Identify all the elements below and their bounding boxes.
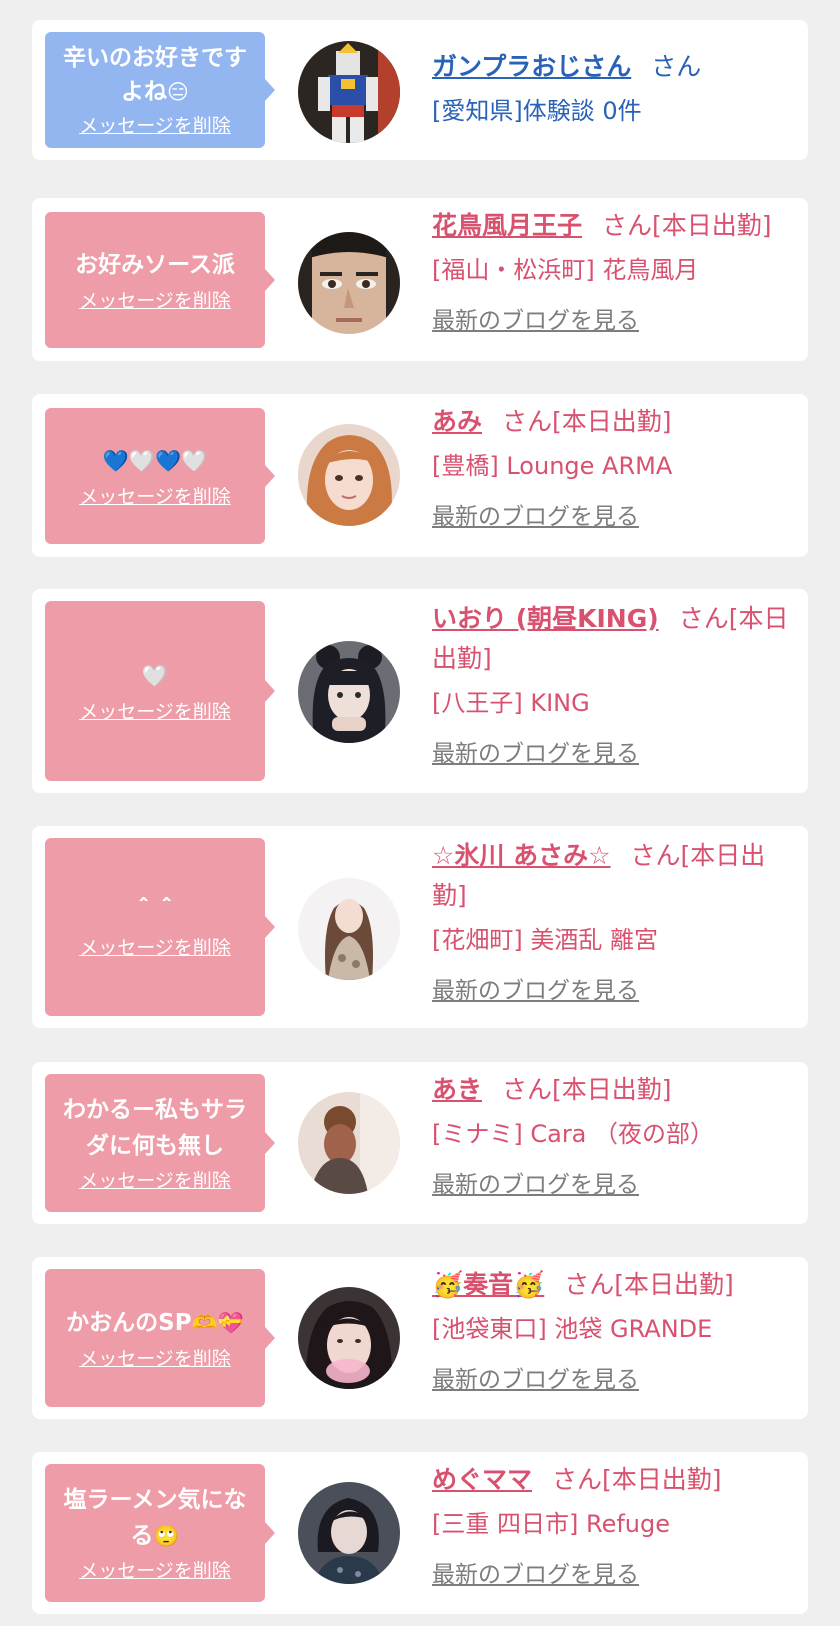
profile-info: あみ さん[本日出勤] [豊橋] Lounge ARMA 最新のブログを見る: [432, 402, 790, 534]
woman-selfie-avatar[interactable]: [298, 1287, 400, 1389]
message-text: ＾＾: [132, 898, 178, 925]
message-bubble: お好みソース派 メッセージを削除: [45, 212, 275, 348]
profile-info: ガンプラおじさん さん [愛知県]体験談 0件: [432, 47, 790, 131]
profile-name-link[interactable]: あき: [432, 1075, 482, 1104]
message-text: 塩ラーメン気になる🙄: [63, 1487, 247, 1549]
message-text: 💙🤍💙🤍: [103, 443, 208, 480]
gundam-figure-avatar[interactable]: [298, 41, 400, 143]
name-line: ガンプラおじさん さん: [432, 47, 790, 87]
message-bubble: 辛いのお好きですよね😑 メッセージを削除: [45, 32, 275, 148]
message-text: かおんのSP🫶💝: [66, 1309, 244, 1336]
message-text: お好みソース派: [75, 251, 235, 278]
woman-dark-hair-avatar[interactable]: [298, 641, 400, 743]
profile-name-link[interactable]: いおり (朝昼KING): [432, 604, 659, 633]
name-line: ☆氷川 あさみ☆ さん[本日出勤]: [432, 836, 790, 916]
man-face-avatar[interactable]: [298, 232, 400, 334]
profile-info: 🥳奏音🥳 さん[本日出勤] [池袋東口] 池袋 GRANDE 最新のブログを見る: [432, 1265, 790, 1397]
name-line: あみ さん[本日出勤]: [432, 402, 790, 442]
profile-name-link[interactable]: ☆氷川 あさみ☆: [432, 841, 611, 870]
favorites-list: 辛いのお好きですよね😑 メッセージを削除 ガンプラおじさん さん [愛知県]体験…: [0, 0, 840, 1626]
delete-message-link[interactable]: メッセージを削除: [79, 484, 231, 510]
woman-dress-avatar[interactable]: [298, 878, 400, 980]
white-heart-emoji: 🤍: [141, 663, 169, 688]
shop-info: [ミナミ] Cara （夜の部）: [432, 1120, 715, 1148]
shop-info: [八王子] KING: [432, 689, 590, 717]
profile-name-link[interactable]: 🥳奏音🥳: [432, 1270, 544, 1299]
favorite-card: かおんのSP🫶💝 メッセージを削除 🥳奏音🥳 さん[本日出勤] [池袋東口] 池袋…: [32, 1257, 808, 1419]
woman-short-hair-avatar[interactable]: [298, 1482, 400, 1584]
delete-message-link[interactable]: メッセージを削除: [79, 288, 231, 314]
favorite-card: 辛いのお好きですよね😑 メッセージを削除 ガンプラおじさん さん [愛知県]体験…: [32, 20, 808, 160]
name-suffix: さん[本日出勤]: [502, 1075, 672, 1104]
shop-info: [豊橋] Lounge ARMA: [432, 452, 673, 480]
latest-blog-link[interactable]: 最新のブログを見る: [432, 1558, 639, 1592]
shop-info: [愛知県]体験談 0件: [432, 97, 642, 125]
expressionless-emoji: 😑: [167, 80, 189, 104]
favorite-card: 🤍 メッセージを削除 いおり (朝昼KING) さん[本日出勤] [八王子] KI…: [32, 589, 808, 793]
message-text: わかるー私もサラダに何も無し: [63, 1097, 247, 1159]
latest-blog-link[interactable]: 最新のブログを見る: [432, 1363, 639, 1397]
hearts-hands-emoji: 🫶💝: [191, 1310, 244, 1335]
latest-blog-link[interactable]: 最新のブログを見る: [432, 1168, 639, 1202]
favorite-card: 塩ラーメン気になる🙄 メッセージを削除 めぐママ さん[本日出勤] [三重 四日市…: [32, 1452, 808, 1614]
delete-message-link[interactable]: メッセージを削除: [79, 935, 231, 961]
woman-orange-hair-avatar[interactable]: [298, 424, 400, 526]
message-bubble: 💙🤍💙🤍 メッセージを削除: [45, 408, 275, 544]
name-line: あき さん[本日出勤]: [432, 1070, 790, 1110]
profile-info: ☆氷川 あさみ☆ さん[本日出勤] [花畑町] 美酒乱 離宮 最新のブログを見る: [432, 836, 790, 1008]
name-suffix: さん[本日出勤]: [564, 1270, 734, 1299]
name-line: 🥳奏音🥳 さん[本日出勤]: [432, 1265, 790, 1305]
profile-name-link[interactable]: めぐママ: [432, 1465, 532, 1494]
woman-updo-avatar[interactable]: [298, 1092, 400, 1194]
profile-name-link[interactable]: あみ: [432, 407, 482, 436]
shop-info: [花畑町] 美酒乱 離宮: [432, 926, 658, 954]
message-bubble: かおんのSP🫶💝 メッセージを削除: [45, 1269, 275, 1407]
name-line: 花鳥風月王子 さん[本日出勤]: [432, 206, 790, 246]
delete-message-link[interactable]: メッセージを削除: [79, 699, 231, 725]
favorite-card: 💙🤍💙🤍 メッセージを削除 あみ さん[本日出勤] [豊橋] Lounge ARM…: [32, 394, 808, 557]
latest-blog-link[interactable]: 最新のブログを見る: [432, 500, 639, 534]
favorite-card: わかるー私もサラダに何も無し メッセージを削除 あき さん[本日出勤] [ミナミ]…: [32, 1062, 808, 1224]
profile-info: めぐママ さん[本日出勤] [三重 四日市] Refuge 最新のブログを見る: [432, 1460, 790, 1592]
name-line: めぐママ さん[本日出勤]: [432, 1460, 790, 1500]
profile-info: 花鳥風月王子 さん[本日出勤] [福山・松浜町] 花鳥風月 最新のブログを見る: [432, 206, 790, 338]
profile-info: あき さん[本日出勤] [ミナミ] Cara （夜の部） 最新のブログを見る: [432, 1070, 790, 1202]
delete-message-link[interactable]: メッセージを削除: [79, 1558, 231, 1584]
eye-roll-emoji: 🙄: [153, 1524, 180, 1548]
latest-blog-link[interactable]: 最新のブログを見る: [432, 737, 639, 771]
name-suffix: さん[本日出勤]: [552, 1465, 722, 1494]
shop-info: [池袋東口] 池袋 GRANDE: [432, 1315, 713, 1343]
message-bubble: ＾＾ メッセージを削除: [45, 838, 275, 1016]
latest-blog-link[interactable]: 最新のブログを見る: [432, 974, 639, 1008]
shop-info: [福山・松浜町] 花鳥風月: [432, 256, 699, 284]
favorite-card: ＾＾ メッセージを削除 ☆氷川 あさみ☆ さん[本日出勤] [花畑町] 美酒乱 離…: [32, 826, 808, 1028]
message-bubble: わかるー私もサラダに何も無し メッセージを削除: [45, 1074, 275, 1212]
hearts-emoji: 💙🤍💙🤍: [102, 448, 208, 473]
name-suffix: さん[本日出勤]: [502, 407, 672, 436]
profile-name-link[interactable]: ガンプラおじさん: [432, 52, 631, 81]
name-suffix: さん[本日出勤]: [602, 211, 772, 240]
shop-info: [三重 四日市] Refuge: [432, 1510, 671, 1538]
name-line: いおり (朝昼KING) さん[本日出勤]: [432, 599, 790, 679]
delete-message-link[interactable]: メッセージを削除: [79, 1168, 231, 1194]
profile-name-link[interactable]: 花鳥風月王子: [432, 211, 582, 240]
message-bubble: 塩ラーメン気になる🙄 メッセージを削除: [45, 1464, 275, 1602]
delete-message-link[interactable]: メッセージを削除: [79, 113, 231, 139]
name-suffix: さん: [651, 52, 702, 81]
message-bubble: 🤍 メッセージを削除: [45, 601, 275, 781]
message-text: 辛いのお好きですよね😑: [63, 45, 247, 105]
latest-blog-link[interactable]: 最新のブログを見る: [432, 304, 639, 338]
message-text: 🤍: [142, 658, 168, 695]
profile-info: いおり (朝昼KING) さん[本日出勤] [八王子] KING 最新のブログを見…: [432, 599, 790, 771]
delete-message-link[interactable]: メッセージを削除: [79, 1346, 231, 1372]
favorite-card: お好みソース派 メッセージを削除 花鳥風月王子 さん[本日出勤] [福山・松浜町…: [32, 198, 808, 361]
